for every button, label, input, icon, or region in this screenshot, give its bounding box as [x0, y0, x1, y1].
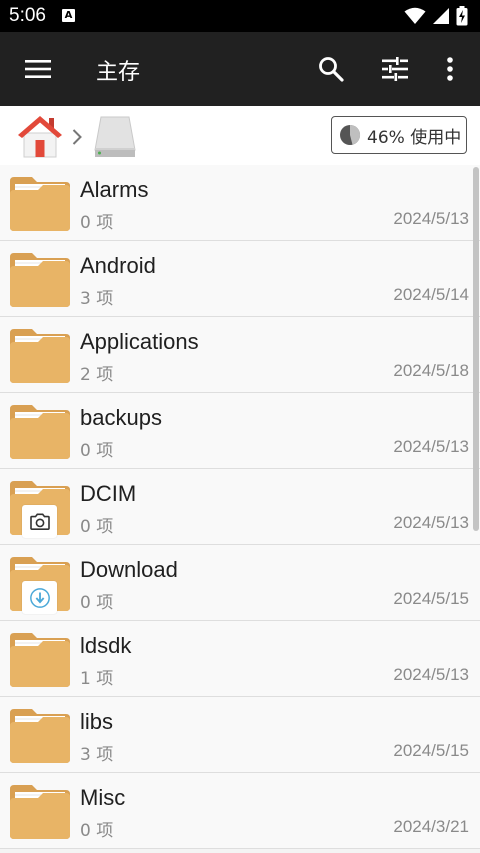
breadcrumb-storage[interactable] [91, 112, 139, 160]
download-icon [22, 581, 57, 614]
list-item[interactable]: ldsdk 1 项 2024/5/13 [0, 621, 480, 697]
file-item-count: 0 项 [80, 517, 114, 537]
file-date: 2024/5/13 [393, 437, 469, 456]
file-name: libs [80, 709, 114, 734]
search-button[interactable] [311, 50, 351, 88]
file-date: 2024/5/13 [393, 209, 469, 228]
wifi-icon [404, 7, 426, 24]
file-name: Download [80, 557, 178, 582]
hamburger-menu-icon [25, 60, 51, 78]
file-list: Alarms 0 项 2024/5/13 Android 3 项 2024/5/14 App… [0, 165, 480, 849]
list-item[interactable]: Android 3 项 2024/5/14 [0, 241, 480, 317]
file-name: Applications [80, 329, 199, 354]
file-item-count: 0 项 [80, 593, 114, 613]
folder-icon [10, 783, 70, 839]
a-box-icon: A [62, 9, 75, 22]
app-bar: 主存 [0, 32, 480, 106]
status-icons [404, 6, 468, 26]
storage-usage-button[interactable]: 46% 使用中 [331, 116, 467, 154]
breadcrumb: 46% 使用中 [0, 106, 480, 165]
file-name: backups [80, 405, 162, 430]
drive-icon [94, 116, 136, 157]
list-item[interactable]: Download 0 项 2024/5/15 [0, 545, 480, 621]
file-item-count: 2 项 [80, 365, 114, 385]
file-name: Misc [80, 785, 126, 810]
file-date: 2024/5/13 [393, 513, 469, 532]
file-name: ldsdk [80, 633, 132, 658]
page-title: 主存 [96, 60, 141, 85]
file-item-count: 3 项 [80, 289, 114, 309]
storage-usage-pie-icon [340, 124, 361, 145]
file-item-count: 0 项 [80, 821, 114, 841]
file-name: DCIM [80, 481, 137, 506]
file-item-count: 0 项 [80, 213, 114, 233]
chevron-right-icon [72, 129, 82, 145]
folder-icon [10, 403, 70, 459]
camera-icon [22, 505, 57, 538]
status-bar: 5:06 A [0, 0, 480, 32]
folder-icon [10, 327, 70, 383]
file-date: 2024/5/15 [393, 741, 469, 760]
signal-icon [433, 8, 449, 24]
search-icon [319, 57, 344, 82]
file-date: 2024/5/14 [393, 285, 469, 304]
folder-icon [10, 251, 70, 307]
storage-usage-label: 46% 使用中 [367, 127, 462, 148]
file-name: Android [80, 253, 156, 278]
folder-icon [10, 175, 70, 231]
battery-charging-icon [456, 6, 468, 26]
list-item[interactable]: backups 0 项 2024/5/13 [0, 393, 480, 469]
breadcrumb-home[interactable] [17, 114, 63, 158]
more-options-button[interactable] [435, 50, 465, 88]
file-date: 2024/3/21 [393, 817, 469, 836]
home-icon [18, 116, 62, 158]
file-date: 2024/5/18 [393, 361, 469, 380]
file-item-count: 1 项 [80, 669, 114, 689]
folder-icon [10, 631, 70, 687]
filter-button[interactable] [375, 50, 415, 88]
file-name: Alarms [80, 177, 149, 202]
folder-icon [10, 707, 70, 763]
file-item-count: 0 项 [80, 441, 114, 461]
list-item[interactable]: Applications 2 项 2024/5/18 [0, 317, 480, 393]
file-item-count: 3 项 [80, 745, 114, 765]
list-item[interactable]: libs 3 项 2024/5/15 [0, 697, 480, 773]
file-date: 2024/5/13 [393, 665, 469, 684]
status-time: 5:06 [9, 5, 46, 26]
menu-button[interactable] [18, 52, 58, 86]
more-vert-icon [447, 57, 453, 81]
list-item[interactable]: Alarms 0 项 2024/5/13 [0, 165, 480, 241]
list-item[interactable]: Misc 0 项 2024/3/21 [0, 773, 480, 849]
file-date: 2024/5/15 [393, 589, 469, 608]
list-item[interactable]: DCIM 0 项 2024/5/13 [0, 469, 480, 545]
sliders-icon [382, 57, 408, 81]
scrollbar[interactable] [473, 167, 479, 531]
